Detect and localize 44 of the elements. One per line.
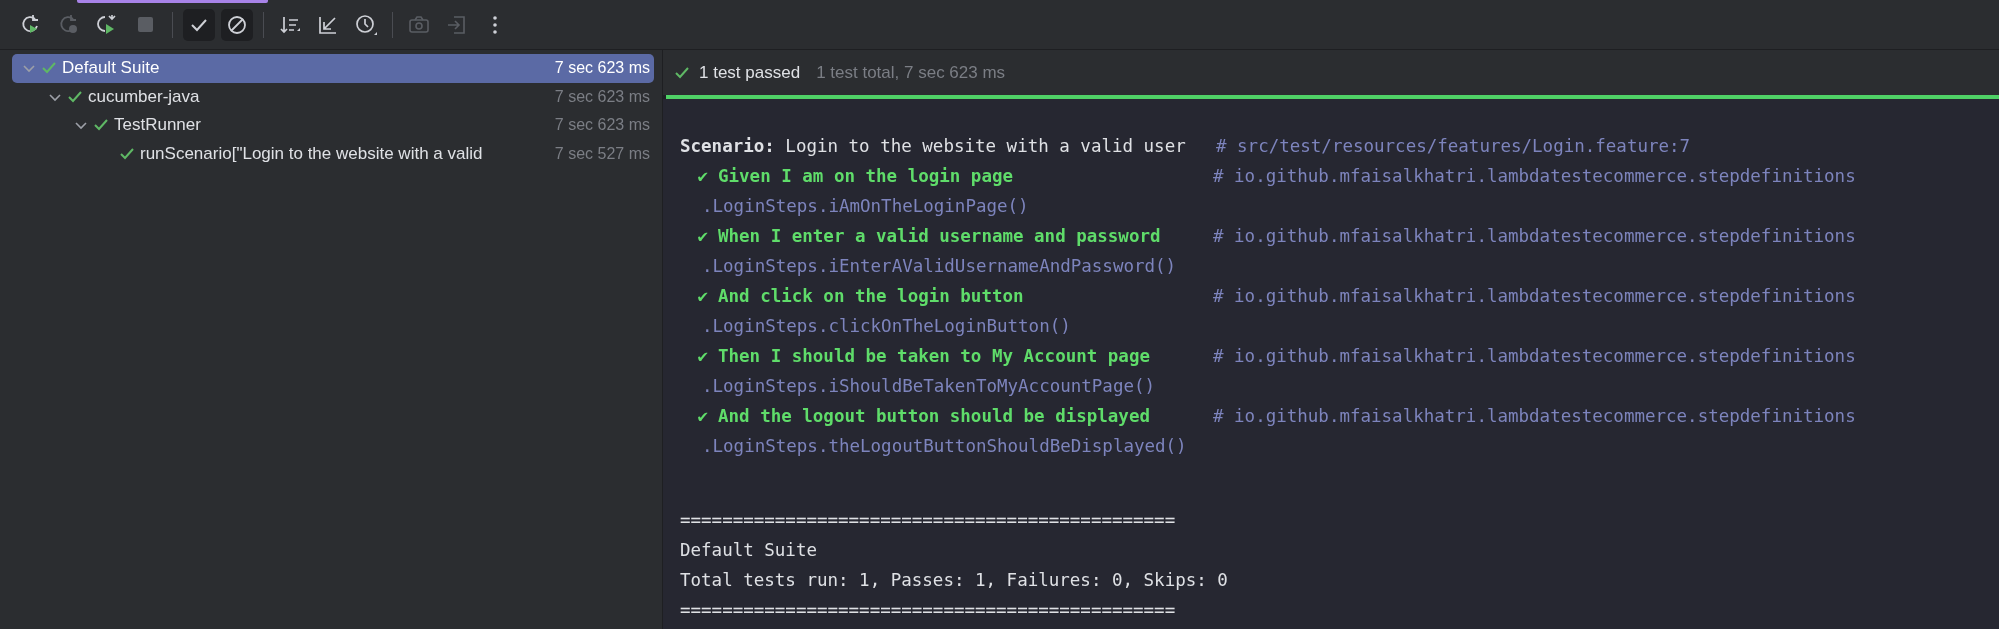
method-text: .LoginSteps.iAmOnTheLoginPage()	[702, 196, 1029, 216]
step-text: Then I should be taken to My Account page	[718, 346, 1150, 366]
comment-text: # io.github.mfaisalkhatri.lambdatestecommerce.stepdefinitions	[1213, 165, 1857, 188]
duration: 7 sec 623 ms	[554, 87, 650, 106]
tree-row[interactable]: cucumber-java 7 sec 623 ms	[12, 82, 654, 111]
check-mark: ✔	[696, 285, 709, 308]
check-mark: ✔	[696, 405, 709, 428]
method-text: .LoginSteps.iShouldBeTakenToMyAccountPage()	[702, 376, 1156, 396]
comment-text: # io.github.mfaisalkhatri.lambdatestecommerce.stepdefinitions	[1213, 345, 1857, 368]
comment-text: # io.github.mfaisalkhatri.lambdatestecommerce.stepdefinitions	[1213, 405, 1857, 428]
comment-text: # io.github.mfaisalkhatri.lambdatestecommerce.stepdefinitions	[1213, 285, 1857, 308]
comment-text: # src/test/resources/features/Login.feature:7	[1216, 135, 1692, 158]
output-text: ===============================================	[680, 509, 1176, 532]
check-mark: ✔	[696, 225, 709, 248]
method-text: .LoginSteps.theLogoutButtonShouldBeDisplayed()	[702, 436, 1187, 456]
show-passed-button[interactable]	[183, 8, 215, 41]
method-text: .LoginSteps.iEnterAValidUsernameAndPassword()	[702, 256, 1177, 276]
summary-text: 1 test total, 7 sec 623 ms	[816, 62, 1006, 83]
tree-row[interactable]: TestRunner 7 sec 623 ms	[12, 111, 654, 140]
output-text: ===============================================	[680, 599, 1176, 622]
method-text: .LoginSteps.clickOnTheLoginButton()	[702, 316, 1071, 336]
step-text: And the logout button should be displayed	[718, 406, 1150, 426]
more-icon	[492, 14, 498, 35]
step-text: Given I am on the login page	[718, 166, 1013, 186]
check-mark: ✔	[696, 165, 709, 188]
clock-icon	[354, 12, 378, 37]
test-name: cucumber-java	[88, 86, 201, 107]
output-text: Total tests run: 1, Passes: 1, Failures: 0, Skips: 0	[680, 569, 1228, 592]
comment-text: # io.github.mfaisalkhatri.lambdatestecommerce.stepdefinitions	[1213, 225, 1857, 248]
test-name: Default Suite	[62, 58, 161, 79]
show-ignored-button[interactable]	[221, 8, 253, 41]
test-name: TestRunner	[114, 115, 202, 136]
step-text: When I enter a valid username and password	[718, 226, 1161, 246]
test-name: runScenario["Login to the website with a valid	[140, 143, 484, 164]
step-text: And click on the login button	[718, 286, 1024, 306]
duration: 7 sec 527 ms	[554, 144, 650, 163]
scenario-line: Scenario: Login to the website with a valid user	[680, 135, 1187, 158]
duration: 7 sec 623 ms	[554, 116, 650, 135]
check-mark: ✔	[696, 345, 709, 368]
duration: 7 sec 623 ms	[554, 59, 650, 78]
status-text: 1 test passed	[699, 62, 801, 83]
tree-row[interactable]: runScenario["Login to the website with a valid 7 sec 527 ms	[12, 139, 654, 168]
output-text: Default Suite	[680, 539, 817, 562]
tree-row[interactable]: Default Suite 7 sec 623 ms	[12, 54, 654, 83]
